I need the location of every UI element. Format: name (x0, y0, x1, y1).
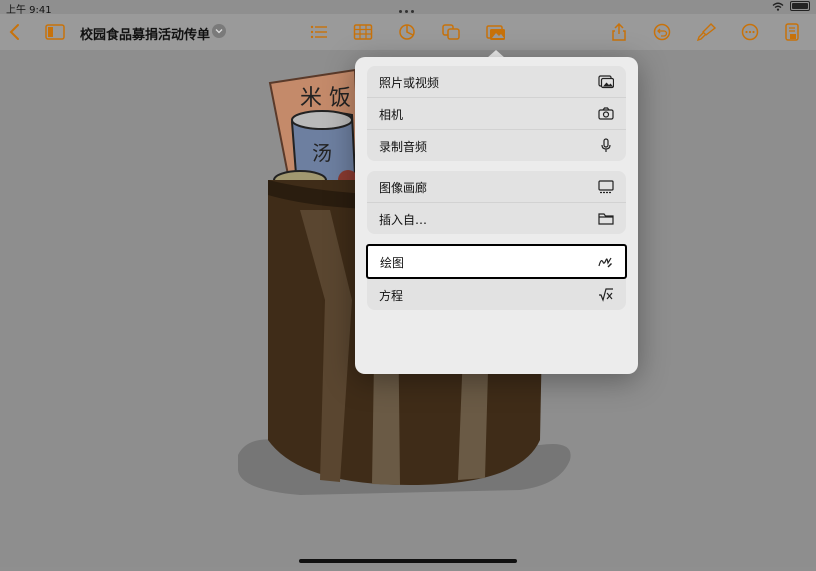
folder-icon (598, 211, 614, 226)
home-indicator[interactable] (299, 559, 517, 563)
insert-media-popover: 照片或视频 相机 录制音频 图像画廊 插入自… 绘图 方程 (355, 57, 638, 374)
menu-item-label: 照片或视频 (379, 76, 440, 90)
drawing-label-rice: 米 饭 (300, 86, 351, 111)
menu-item-insert-from[interactable]: 插入自… (367, 203, 626, 234)
menu-item-label: 插入自… (379, 213, 428, 227)
menu-item-label: 图像画廊 (379, 181, 428, 195)
title-chevron-down-icon[interactable] (212, 24, 226, 38)
share-icon[interactable] (608, 22, 630, 42)
menu-item-image-gallery[interactable]: 图像画廊 (367, 171, 626, 203)
camera-icon (598, 106, 614, 121)
menu-item-record-audio[interactable]: 录制音频 (367, 130, 626, 161)
menu-item-equation[interactable]: 方程 (367, 279, 626, 310)
multitask-dots-icon[interactable] (399, 5, 417, 13)
toolbar: 校园食品募捐活动传单 (0, 14, 816, 50)
chart-icon[interactable] (396, 22, 418, 42)
drawing-icon (597, 254, 613, 269)
gallery-icon (598, 179, 614, 194)
more-icon[interactable] (739, 22, 761, 42)
menu-group-drawing: 绘图 方程 (366, 244, 627, 310)
menu-item-label: 方程 (379, 289, 404, 303)
menu-group-media: 照片或视频 相机 录制音频 (367, 66, 626, 161)
sidebar-icon[interactable] (44, 22, 66, 42)
undo-icon[interactable] (651, 22, 673, 42)
back-chevron-icon[interactable] (4, 22, 26, 42)
document-icon[interactable] (781, 22, 803, 42)
shape-icon[interactable] (440, 22, 462, 42)
photo-icon (598, 74, 614, 89)
brush-icon[interactable] (695, 22, 717, 42)
menu-item-camera[interactable]: 相机 (367, 98, 626, 130)
equation-icon (598, 287, 614, 302)
wifi-icon (772, 2, 784, 11)
battery-icon (790, 1, 810, 11)
menu-item-label: 绘图 (380, 256, 405, 270)
menu-item-label: 相机 (379, 108, 404, 122)
drawing-label-soup: 汤 (312, 141, 332, 165)
list-icon[interactable] (308, 22, 330, 42)
microphone-icon (598, 138, 614, 153)
media-icon[interactable] (485, 22, 507, 42)
document-title[interactable]: 校园食品募捐活动传单 (80, 24, 210, 43)
menu-item-label: 录制音频 (379, 140, 428, 154)
table-icon[interactable] (352, 22, 374, 42)
menu-item-drawing[interactable]: 绘图 (366, 244, 627, 279)
menu-group-insert: 图像画廊 插入自… (367, 171, 626, 234)
status-indicators (772, 1, 810, 11)
menu-item-photo-or-video[interactable]: 照片或视频 (367, 66, 626, 98)
status-bar: 上午 9:41 (0, 0, 816, 16)
